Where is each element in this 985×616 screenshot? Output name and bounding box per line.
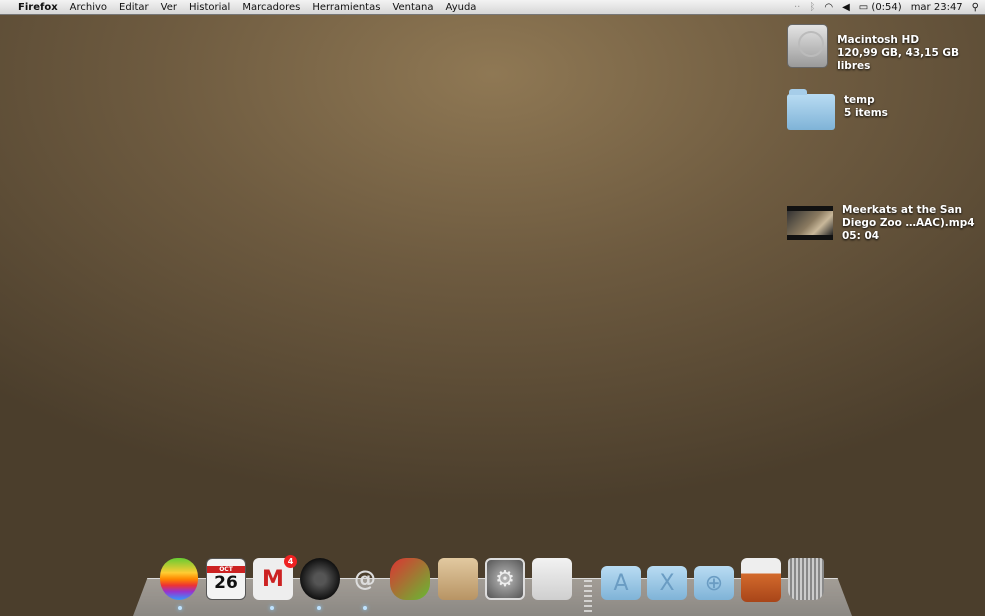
menu-extras-icon[interactable]: ·· [794, 2, 800, 13]
dock-itunes-icon[interactable] [300, 558, 340, 600]
video-thumbnail-icon [787, 206, 833, 240]
menu-ayuda[interactable]: Ayuda [440, 2, 483, 13]
dock-mail-at-icon[interactable]: @ [345, 558, 385, 600]
running-indicator [317, 606, 321, 610]
mail-badge: 4 [284, 555, 297, 568]
dock-package-icon[interactable] [438, 558, 478, 600]
dock-applications-folder-icon[interactable]: A [601, 566, 641, 600]
running-indicator [178, 606, 182, 610]
desktop-item-temp[interactable]: temp 5 items [787, 88, 888, 130]
menu-marcadores[interactable]: Marcadores [236, 2, 306, 13]
dock-documents-stack-icon[interactable] [741, 558, 781, 602]
calendar-month: OCT [207, 565, 245, 573]
bluetooth-icon[interactable]: ᛒ [809, 2, 815, 13]
dock-gmail-icon[interactable]: M4 [253, 555, 297, 600]
item-name-line2: Diego Zoo …AAC).mp4 [842, 217, 975, 229]
menu-historial[interactable]: Historial [183, 2, 236, 13]
item-name: Macintosh HD [837, 34, 920, 46]
running-indicator [270, 606, 274, 610]
item-name-line1: Meerkats at the San [842, 204, 963, 216]
item-info: 5 items [844, 107, 888, 119]
menu-herramientas[interactable]: Herramientas [306, 2, 386, 13]
dock-downloads-folder-icon[interactable]: ⊕ [694, 566, 734, 600]
spotlight-search-icon[interactable]: ⚲ [972, 2, 979, 13]
desktop-item-meerkats-video[interactable]: Meerkats at the San Diego Zoo …AAC).mp4 05… [787, 204, 975, 243]
battery-status[interactable]: ▭ (0:54) [859, 2, 902, 13]
item-info: 05: 04 [842, 230, 880, 242]
menu-editar[interactable]: Editar [113, 2, 155, 13]
desktop-item-macintosh-hd[interactable]: Macintosh HD 120,99 GB, 43,15 GB libres [787, 24, 985, 73]
volume-icon[interactable]: ◀ [842, 2, 850, 13]
calendar-day: 26 [214, 572, 238, 593]
hard-drive-icon [787, 24, 829, 68]
item-info: 120,99 GB, 43,15 GB libres [837, 47, 960, 72]
item-name: temp [844, 94, 875, 106]
menu-ver[interactable]: Ver [155, 2, 183, 13]
folder-icon [787, 89, 835, 130]
menu-app-firefox[interactable]: Firefox [12, 2, 64, 13]
clock[interactable]: mar 23:47 [911, 2, 963, 13]
dock-boot-camp-icon[interactable] [532, 558, 572, 600]
menu-ventana[interactable]: Ventana [386, 2, 439, 13]
dock-app-icon[interactable] [390, 558, 430, 600]
dock-system-preferences-icon[interactable]: ⚙ [485, 558, 525, 600]
dock-finder-apple-icon[interactable] [160, 558, 198, 600]
dock-separator[interactable] [584, 580, 592, 614]
battery-icon: ▭ [858, 2, 869, 13]
running-indicator [363, 606, 367, 610]
menu-bar: Firefox Archivo Editar Ver Historial Mar… [0, 0, 985, 15]
wifi-icon[interactable]: ◠ [824, 2, 833, 13]
battery-time: (0:54) [871, 2, 902, 13]
menu-archivo[interactable]: Archivo [64, 2, 113, 13]
dock-ical-icon[interactable]: OCT 26 [206, 558, 246, 600]
dock-trash-icon[interactable] [788, 558, 824, 600]
dock-utilities-folder-icon[interactable]: X [647, 566, 687, 600]
